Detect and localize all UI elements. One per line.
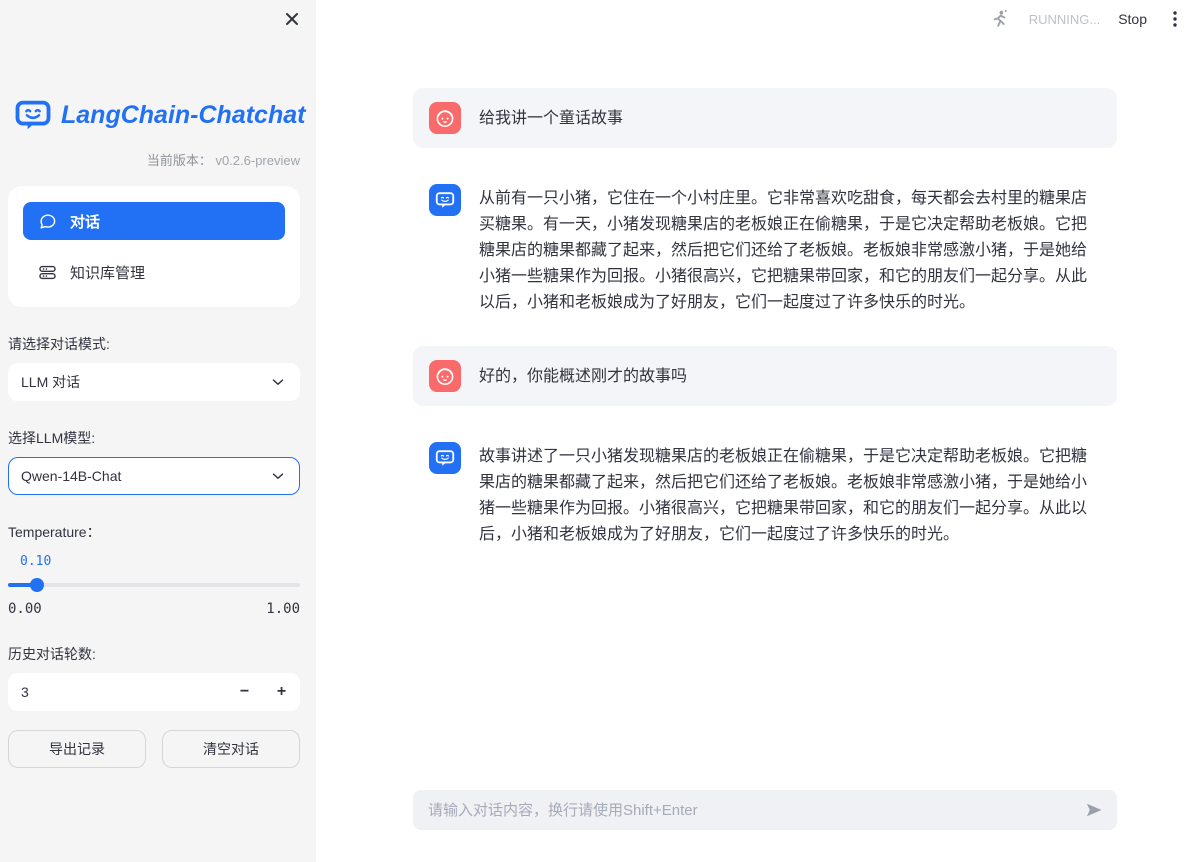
llm-model-label: 选择LLM模型: (8, 429, 300, 447)
server-stack-icon (38, 263, 57, 282)
sidebar-item-dialogue[interactable]: 对话 (23, 202, 285, 240)
export-records-button[interactable]: 导出记录 (8, 730, 146, 768)
chevron-down-icon (269, 467, 287, 485)
user-avatar (429, 102, 461, 134)
close-icon (284, 11, 300, 27)
user-avatar (429, 360, 461, 392)
chat-message-user: 给我讲一个童话故事 (413, 88, 1117, 148)
increment-button[interactable]: + (263, 673, 300, 711)
nav-menu-card: 对话 知识库管理 (8, 186, 300, 307)
app-title: LangChain-Chatchat (61, 101, 305, 130)
assistant-avatar (429, 184, 461, 216)
temperature-value: 0.10 (8, 554, 300, 569)
version-label: 当前版本： (147, 153, 212, 168)
sidebar-actions: 导出记录 清空对话 (8, 730, 300, 768)
main-area: RUNNING... Stop 给我讲一个童话故事 (316, 0, 1199, 862)
message-text: 给我讲一个童话故事 (479, 104, 623, 132)
app-header: RUNNING... Stop (989, 8, 1185, 30)
slider-track[interactable] (8, 583, 300, 587)
overflow-menu-button[interactable] (1165, 10, 1185, 28)
sidebar-close-button[interactable] (283, 10, 301, 28)
app-logo: LangChain-Chatchat (14, 95, 300, 135)
sidebar-item-label: 知识库管理 (70, 262, 145, 283)
message-text: 好的，你能概述刚才的故事吗 (479, 362, 687, 390)
chevron-down-icon (269, 373, 287, 391)
face-icon (433, 106, 457, 130)
temperature-slider[interactable] (8, 578, 300, 592)
assistant-avatar (429, 442, 461, 474)
history-rounds-label: 历史对话轮数: (8, 645, 300, 663)
chat-outline-icon (38, 212, 57, 231)
slider-thumb[interactable] (30, 578, 44, 592)
version-info: 当前版本： v0.2.6-preview (8, 150, 300, 169)
message-text: 从前有一只小猪，它住在一个小村庄里。它非常喜欢吃甜食，每天都会去村里的糖果店买糖… (479, 184, 1101, 316)
chat-message-assistant: 从前有一只小猪，它住在一个小村庄里。它非常喜欢吃甜食，每天都会去村里的糖果店买糖… (413, 170, 1117, 330)
slider-max: 1.00 (266, 601, 300, 617)
chat-bubble-smiley-icon (434, 189, 456, 211)
chat-input-box (413, 790, 1117, 830)
face-icon (433, 364, 457, 388)
llm-model-select[interactable]: Qwen-14B-Chat (8, 457, 300, 495)
chat-history: 给我讲一个童话故事 从前有一只小猪，它住在一个小村庄里。它非常喜欢吃甜食，每天都… (413, 88, 1117, 578)
dialog-mode-label: 请选择对话模式: (8, 335, 300, 353)
llm-model-value: Qwen-14B-Chat (21, 468, 121, 484)
chat-bubble-smiley-icon (434, 447, 456, 469)
sidebar-item-label: 对话 (70, 211, 100, 232)
version-value: v0.2.6-preview (215, 153, 300, 168)
chat-message-assistant: 故事讲述了一只小猪发现糖果店的老板娘正在偷糖果，于是它决定帮助老板娘。它把糖果店… (413, 428, 1117, 562)
dialog-mode-value: LLM 对话 (21, 372, 80, 392)
running-man-icon (989, 8, 1011, 30)
number-stepper: − + (226, 673, 300, 711)
send-icon[interactable] (1084, 800, 1104, 820)
history-rounds-value: 3 (21, 684, 29, 700)
temperature-label: Temperature： (8, 523, 300, 541)
sidebar-item-knowledge-base[interactable]: 知识库管理 (23, 253, 285, 291)
sidebar: LangChain-Chatchat 当前版本： v0.2.6-preview … (0, 0, 316, 862)
slider-min: 0.00 (8, 601, 42, 617)
decrement-button[interactable]: − (226, 673, 263, 711)
chat-bubble-smiley-icon (14, 96, 52, 134)
dialog-mode-select[interactable]: LLM 对话 (8, 363, 300, 401)
stop-button[interactable]: Stop (1118, 11, 1147, 27)
clear-dialog-button[interactable]: 清空对话 (162, 730, 300, 768)
message-text: 故事讲述了一只小猪发现糖果店的老板娘正在偷糖果，于是它决定帮助老板娘。它把糖果店… (479, 442, 1101, 548)
chat-input[interactable] (426, 801, 1074, 820)
slider-range: 0.00 1.00 (8, 601, 300, 617)
chat-message-user: 好的，你能概述刚才的故事吗 (413, 346, 1117, 406)
running-status: RUNNING... (1029, 12, 1101, 27)
history-rounds-input[interactable]: 3 − + (8, 673, 300, 711)
